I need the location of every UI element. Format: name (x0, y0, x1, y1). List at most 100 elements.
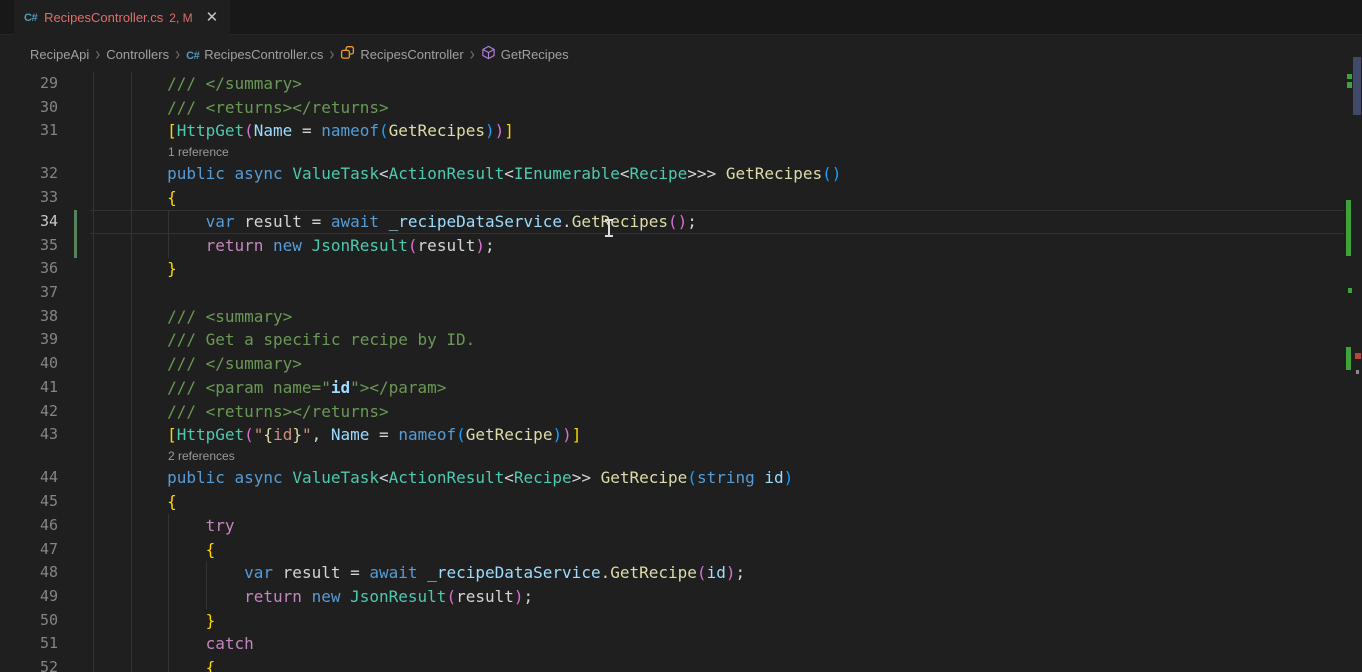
line-number[interactable]: 48 (0, 561, 58, 585)
code-line[interactable]: 35 return new JsonResult(result); (0, 234, 1344, 258)
code-text: var result = await _recipeDataService.Ge… (58, 561, 745, 585)
line-number[interactable]: 39 (0, 328, 58, 352)
tab-title: RecipesController.cs (44, 10, 163, 25)
line-number[interactable]: 42 (0, 400, 58, 424)
code-text: return new JsonResult(result); (58, 585, 533, 609)
code-line[interactable]: 52 { (0, 656, 1344, 672)
tab-recipescontroller[interactable]: C# RecipesController.cs 2, M ✕ (14, 0, 230, 35)
overview-ruler-mark (1346, 200, 1351, 256)
breadcrumb-item-getrecipes[interactable]: GetRecipes (481, 45, 569, 63)
code-line[interactable]: 38 /// <summary> (0, 305, 1344, 329)
line-number[interactable]: 43 (0, 423, 58, 447)
indent-guide (93, 72, 94, 672)
code-line[interactable]: 43 [HttpGet("{id}", Name = nameof(GetRec… (0, 423, 1344, 447)
code-line[interactable]: 36 } (0, 257, 1344, 281)
line-number[interactable]: 45 (0, 490, 58, 514)
csharp-file-icon: C# (24, 12, 37, 24)
line-number[interactable]: 40 (0, 352, 58, 376)
overview-ruler-mark (1347, 82, 1352, 88)
line-number[interactable]: 44 (0, 466, 58, 490)
codelens-label[interactable]: 2 references (0, 447, 1344, 466)
code-line[interactable]: 40 /// </summary> (0, 352, 1344, 376)
line-number[interactable]: 50 (0, 609, 58, 633)
code-line[interactable]: 29 /// </summary> (0, 72, 1344, 96)
line-number[interactable]: 41 (0, 376, 58, 400)
code-line[interactable]: 49 return new JsonResult(result); (0, 585, 1344, 609)
line-number[interactable]: 37 (0, 281, 58, 305)
code-text: /// <returns></returns> (58, 96, 389, 120)
line-number[interactable]: 31 (0, 119, 58, 143)
code-line[interactable]: 50 } (0, 609, 1344, 633)
code-text: } (58, 257, 177, 281)
line-number[interactable]: 46 (0, 514, 58, 538)
breadcrumb-label: RecipesController (360, 47, 463, 62)
code-line[interactable]: 48 var result = await _recipeDataService… (0, 561, 1344, 585)
breadcrumb-label: GetRecipes (501, 47, 569, 62)
gutter-modified-indicator (74, 210, 77, 258)
code-line[interactable]: 41 /// <param name="id"></param> (0, 376, 1344, 400)
code-text: public async ValueTask<ActionResult<IEnu… (58, 162, 841, 186)
code-text: } (58, 609, 215, 633)
code-text: /// </summary> (58, 352, 302, 376)
line-number[interactable]: 35 (0, 234, 58, 258)
line-number[interactable]: 51 (0, 632, 58, 656)
breadcrumb-label: RecipesController.cs (204, 47, 323, 62)
code-line[interactable]: 51 catch (0, 632, 1344, 656)
breadcrumb-item-recipescontroller[interactable]: RecipesController (340, 45, 463, 63)
code-text: { (58, 490, 177, 514)
code-line[interactable]: 37 (0, 281, 1344, 305)
overview-ruler-mark (1355, 353, 1361, 359)
code-line[interactable]: 46 try (0, 514, 1344, 538)
code-text: { (58, 538, 215, 562)
line-number[interactable]: 32 (0, 162, 58, 186)
line-number[interactable]: 49 (0, 585, 58, 609)
breadcrumb-item-recipescontroller-cs[interactable]: C#RecipesController.cs (186, 47, 323, 62)
code-text: { (58, 656, 215, 672)
breadcrumb-separator-icon: › (95, 44, 100, 64)
line-number[interactable]: 29 (0, 72, 58, 96)
line-number[interactable]: 30 (0, 96, 58, 120)
line-number[interactable]: 38 (0, 305, 58, 329)
code-editor: 29 /// </summary>30 /// <returns></retur… (0, 72, 1344, 672)
code-line[interactable]: 31 [HttpGet(Name = nameof(GetRecipes))] (0, 119, 1344, 143)
code-text: /// <returns></returns> (58, 400, 389, 424)
code-line[interactable]: 45 { (0, 490, 1344, 514)
indent-guide (131, 72, 132, 672)
codelens-label[interactable]: 1 reference (0, 143, 1344, 162)
overview-ruler-mark (1346, 347, 1351, 370)
indent-guide (168, 210, 169, 258)
code-text: /// Get a specific recipe by ID. (58, 328, 475, 352)
overview-ruler-mark (1356, 370, 1359, 374)
code-text: [HttpGet("{id}", Name = nameof(GetRecipe… (58, 423, 581, 447)
tab-decoration-badge: 2, M (169, 11, 192, 25)
breadcrumb-separator-icon: › (329, 44, 334, 64)
line-number[interactable]: 34 (0, 210, 58, 234)
code-line[interactable]: 39 /// Get a specific recipe by ID. (0, 328, 1344, 352)
breadcrumb-item-recipeapi[interactable]: RecipeApi (30, 47, 89, 62)
code-line[interactable]: 32 public async ValueTask<ActionResult<I… (0, 162, 1344, 186)
line-number[interactable]: 36 (0, 257, 58, 281)
code-line[interactable]: 30 /// <returns></returns> (0, 96, 1344, 120)
editor-tab-bar: C# RecipesController.cs 2, M ✕ (0, 0, 1362, 35)
code-text: [HttpGet(Name = nameof(GetRecipes))] (58, 119, 514, 143)
close-icon[interactable]: ✕ (206, 10, 219, 25)
code-text: /// <param name="id"></param> (58, 376, 446, 400)
line-number[interactable]: 52 (0, 656, 58, 672)
code-line[interactable]: 33 { (0, 186, 1344, 210)
code-line[interactable]: 44 public async ValueTask<ActionResult<R… (0, 466, 1344, 490)
line-number[interactable]: 33 (0, 186, 58, 210)
breadcrumb-item-controllers[interactable]: Controllers (106, 47, 169, 62)
code-text: { (58, 186, 177, 210)
scrollbar-thumb[interactable] (1353, 57, 1361, 115)
breadcrumb-label: RecipeApi (30, 47, 89, 62)
code-line[interactable]: 42 /// <returns></returns> (0, 400, 1344, 424)
overview-ruler-mark (1348, 288, 1352, 293)
code-text: public async ValueTask<ActionResult<Reci… (58, 466, 793, 490)
code-text: var result = await _recipeDataService.Ge… (58, 210, 697, 234)
code-line[interactable]: 34 var result = await _recipeDataService… (0, 210, 1344, 234)
code-text: try (58, 514, 235, 538)
code-text (58, 281, 90, 305)
method-icon (481, 45, 496, 63)
line-number[interactable]: 47 (0, 538, 58, 562)
code-line[interactable]: 47 { (0, 538, 1344, 562)
